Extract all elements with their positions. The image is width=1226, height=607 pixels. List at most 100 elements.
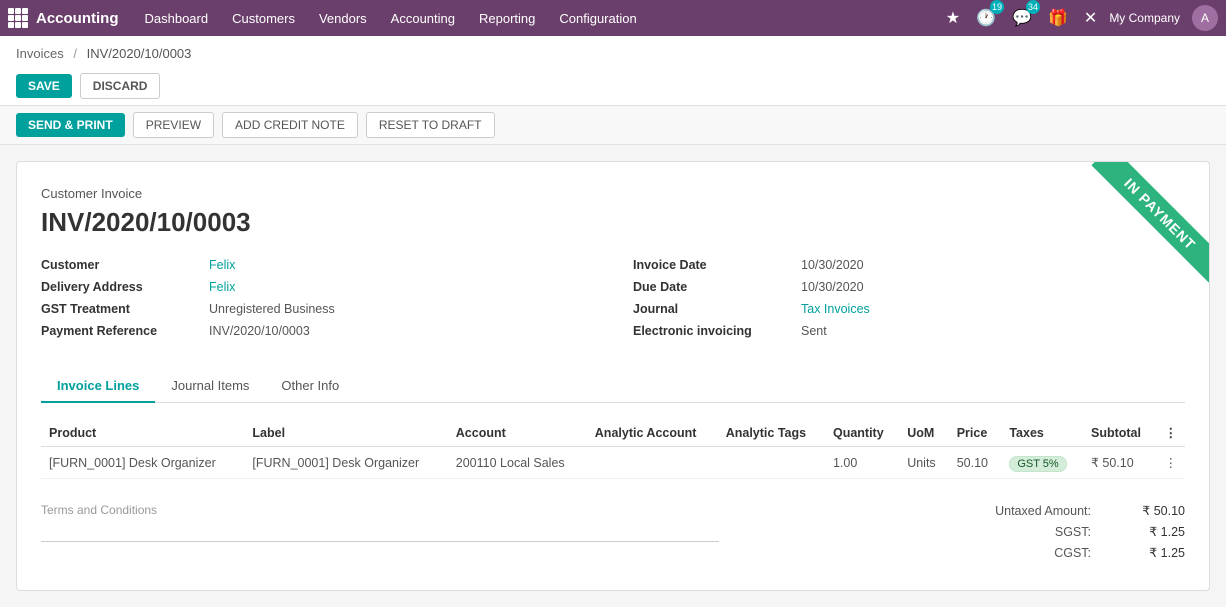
star-icon-btn[interactable]: ★ (942, 4, 964, 32)
invoice-date-label: Invoice Date (633, 258, 793, 272)
fields-left: Customer Felix Delivery Address Felix GS… (41, 258, 593, 346)
save-button[interactable]: SAVE (16, 74, 72, 98)
customer-value[interactable]: Felix (209, 258, 235, 272)
col-price: Price (949, 419, 1002, 447)
close-icon-btn[interactable]: ✕ (1080, 4, 1101, 32)
nav-accounting[interactable]: Accounting (381, 5, 465, 32)
table-row[interactable]: [FURN_0001] Desk Organizer [FURN_0001] D… (41, 447, 1185, 479)
customer-field: Customer Felix (41, 258, 593, 272)
add-credit-note-button[interactable]: ADD CREDIT NOTE (222, 112, 358, 138)
cell-label: [FURN_0001] Desk Organizer (244, 447, 447, 479)
action-bar: SAVE DISCARD (0, 67, 1226, 106)
col-subtotal: Subtotal (1083, 419, 1157, 447)
navbar-brand[interactable]: Accounting (8, 8, 119, 28)
cell-account: 200110 Local Sales (448, 447, 587, 479)
due-date-value: 10/30/2020 (801, 280, 864, 294)
tab-journal-items[interactable]: Journal Items (155, 370, 265, 403)
gst-label: GST Treatment (41, 302, 201, 316)
grid-icon (8, 8, 28, 28)
col-more: ⋮ (1157, 419, 1186, 447)
delivery-value[interactable]: Felix (209, 280, 235, 294)
fields-right: Invoice Date 10/30/2020 Due Date 10/30/2… (633, 258, 1185, 346)
cell-price: 50.10 (949, 447, 1002, 479)
totals-section: Untaxed Amount: ₹ 50.10 SGST: ₹ 1.25 CGS… (905, 503, 1185, 566)
cgst-row: CGST: ₹ 1.25 (905, 545, 1185, 560)
delivery-label: Delivery Address (41, 280, 201, 294)
invoice-footer: Terms and Conditions Untaxed Amount: ₹ 5… (41, 503, 1185, 566)
breadcrumb-parent[interactable]: Invoices (16, 46, 64, 61)
cell-subtotal: ₹ 50.10 (1083, 447, 1157, 479)
col-uom: UoM (899, 419, 949, 447)
navbar: Accounting Dashboard Customers Vendors A… (0, 0, 1226, 36)
invoice-fields: Customer Felix Delivery Address Felix GS… (41, 258, 1185, 346)
main-content: IN PAYMENT Customer Invoice INV/2020/10/… (0, 145, 1226, 607)
gift-icon-btn[interactable]: 🎁 (1044, 4, 1072, 32)
invoice-type-label: Customer Invoice (41, 186, 1185, 201)
cgst-value: ₹ 1.25 (1115, 545, 1185, 560)
secondary-bar: SEND & PRINT PREVIEW ADD CREDIT NOTE RES… (0, 106, 1226, 145)
terms-section: Terms and Conditions (41, 503, 889, 566)
invoice-date-field: Invoice Date 10/30/2020 (633, 258, 1185, 272)
col-account: Account (448, 419, 587, 447)
row-more-icon[interactable]: ⋮ (1157, 447, 1186, 479)
journal-field: Journal Tax Invoices (633, 302, 1185, 316)
nav-dashboard[interactable]: Dashboard (135, 5, 219, 32)
invoice-card: IN PAYMENT Customer Invoice INV/2020/10/… (16, 161, 1210, 591)
tab-other-info[interactable]: Other Info (265, 370, 355, 403)
discard-button[interactable]: DISCARD (80, 73, 161, 99)
customer-label: Customer (41, 258, 201, 272)
nav-reporting[interactable]: Reporting (469, 5, 545, 32)
col-taxes: Taxes (1001, 419, 1083, 447)
company-name: My Company (1109, 11, 1180, 25)
col-quantity: Quantity (825, 419, 899, 447)
navbar-right: ★ 🕐 19 💬 34 🎁 ✕ My Company A (942, 4, 1218, 32)
breadcrumb-separator: / (73, 46, 77, 61)
navbar-menu: Dashboard Customers Vendors Accounting R… (135, 5, 942, 32)
col-analytic-account: Analytic Account (587, 419, 718, 447)
send-print-button[interactable]: SEND & PRINT (16, 113, 125, 137)
gst-field: GST Treatment Unregistered Business (41, 302, 593, 316)
untaxed-label: Untaxed Amount: (951, 504, 1091, 518)
col-label: Label (244, 419, 447, 447)
clock-icon-btn[interactable]: 🕐 19 (972, 4, 1000, 32)
preview-button[interactable]: PREVIEW (133, 112, 214, 138)
breadcrumb-current: INV/2020/10/0003 (87, 46, 192, 61)
nav-customers[interactable]: Customers (222, 5, 305, 32)
invoice-date-value: 10/30/2020 (801, 258, 864, 272)
clock-badge: 19 (990, 0, 1004, 14)
nav-vendors[interactable]: Vendors (309, 5, 377, 32)
cgst-label: CGST: (951, 546, 1091, 560)
reset-to-draft-button[interactable]: RESET TO DRAFT (366, 112, 495, 138)
untaxed-value: ₹ 50.10 (1115, 503, 1185, 518)
brand-name: Accounting (36, 10, 119, 27)
gst-value: Unregistered Business (209, 302, 335, 316)
avatar[interactable]: A (1192, 5, 1218, 31)
sgst-label: SGST: (951, 525, 1091, 539)
journal-value[interactable]: Tax Invoices (801, 302, 870, 316)
chat-icon-btn[interactable]: 💬 34 (1008, 4, 1036, 32)
payment-ref-value: INV/2020/10/0003 (209, 324, 310, 338)
cell-uom: Units (899, 447, 949, 479)
sgst-value: ₹ 1.25 (1115, 524, 1185, 539)
terms-input[interactable] (41, 523, 719, 542)
tab-invoice-lines[interactable]: Invoice Lines (41, 370, 155, 403)
nav-configuration[interactable]: Configuration (549, 5, 646, 32)
invoice-number: INV/2020/10/0003 (41, 207, 1185, 238)
cell-taxes: GST 5% (1001, 447, 1083, 479)
breadcrumb: Invoices / INV/2020/10/0003 (0, 36, 1226, 67)
electronic-field: Electronic invoicing Sent (633, 324, 1185, 338)
invoice-tabs: Invoice Lines Journal Items Other Info (41, 370, 1185, 403)
tax-badge: GST 5% (1009, 456, 1066, 472)
due-date-field: Due Date 10/30/2020 (633, 280, 1185, 294)
journal-label: Journal (633, 302, 793, 316)
chat-badge: 34 (1026, 0, 1040, 14)
payment-ref-field: Payment Reference INV/2020/10/0003 (41, 324, 593, 338)
cell-analytic-tags (718, 447, 825, 479)
cell-quantity: 1.00 (825, 447, 899, 479)
terms-label: Terms and Conditions (41, 503, 889, 517)
cell-analytic-account (587, 447, 718, 479)
untaxed-row: Untaxed Amount: ₹ 50.10 (905, 503, 1185, 518)
col-product: Product (41, 419, 244, 447)
col-analytic-tags: Analytic Tags (718, 419, 825, 447)
due-date-label: Due Date (633, 280, 793, 294)
